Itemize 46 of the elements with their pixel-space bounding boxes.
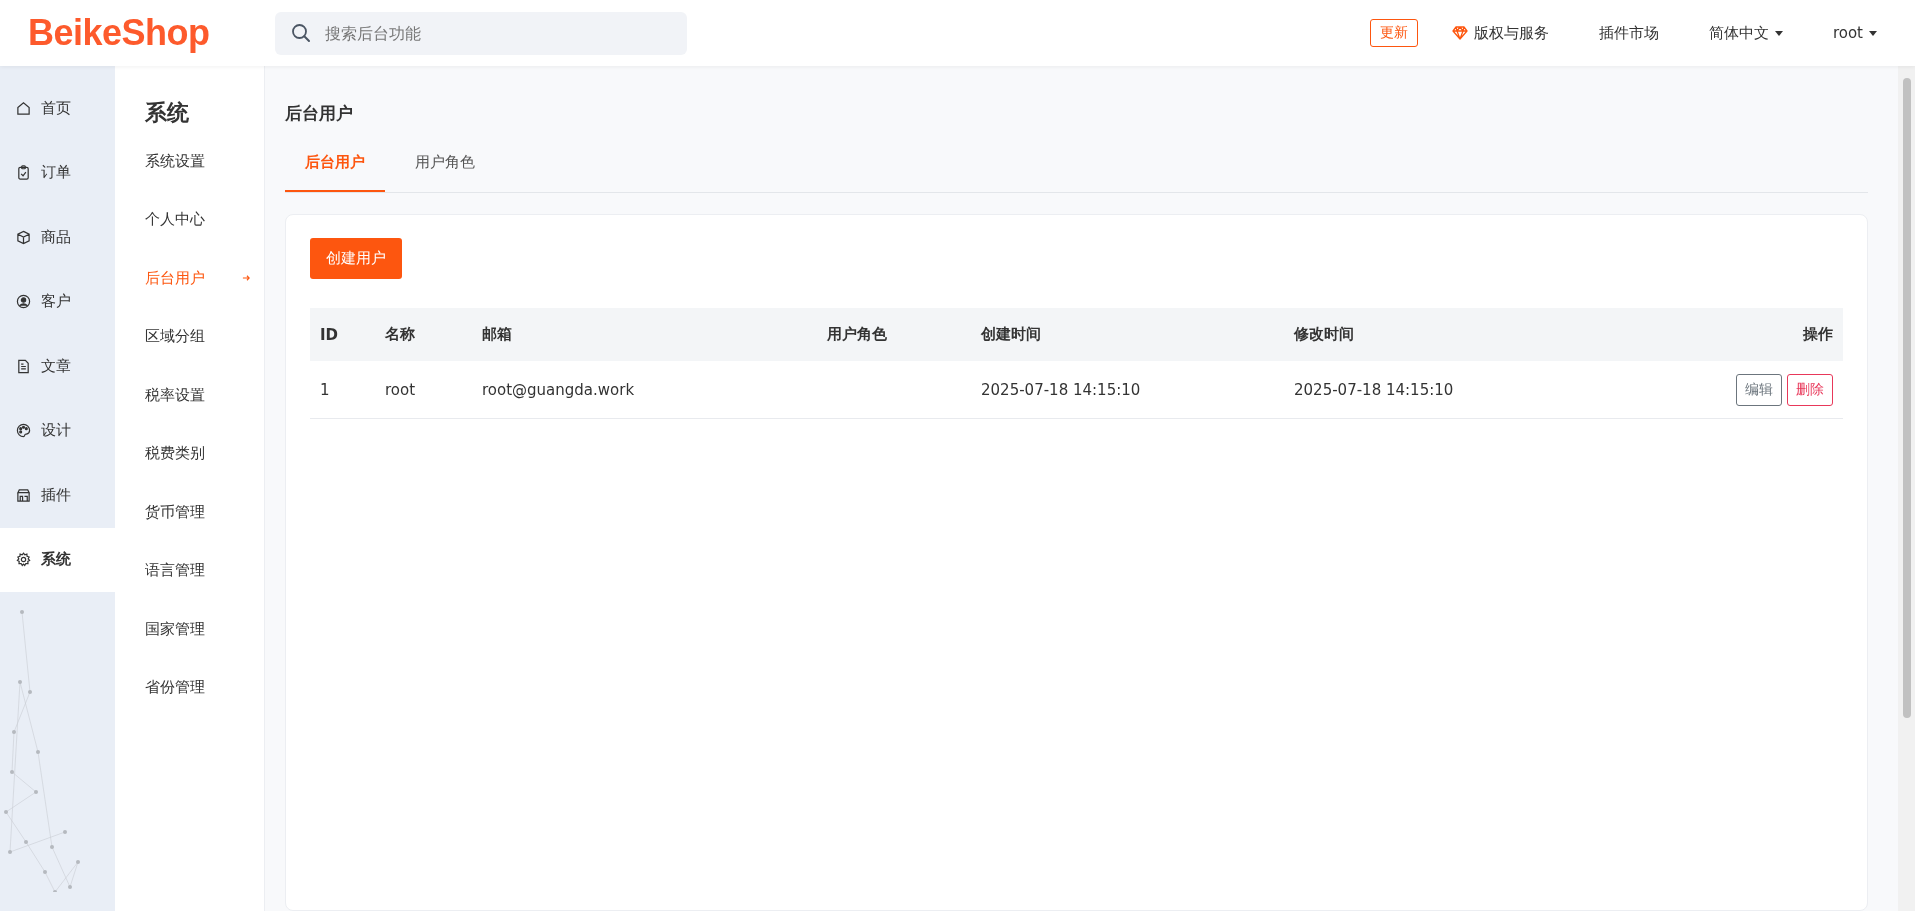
tab[interactable]: 用户角色: [395, 139, 495, 192]
home-icon: [16, 100, 31, 116]
table-cell: 2025-07-18 14:15:10: [981, 380, 1141, 399]
column-header: ID: [310, 308, 375, 361]
subnav-item[interactable]: 国家管理: [115, 600, 264, 659]
subnav-item[interactable]: 语言管理: [115, 541, 264, 600]
column-header: 创建时间: [971, 308, 1284, 361]
subnav-item[interactable]: 个人中心: [115, 190, 264, 249]
box-icon: [16, 229, 31, 245]
palette-icon: [16, 423, 31, 439]
column-header: 邮箱: [472, 308, 817, 361]
search-icon: [291, 22, 311, 43]
table-cell: root@guangda.work: [482, 380, 635, 399]
section-title: 系统: [144, 99, 190, 127]
subnav-item[interactable]: 税费类别: [115, 424, 264, 483]
subnav-item[interactable]: 系统设置: [115, 132, 264, 191]
scrollbar[interactable]: [1898, 66, 1915, 911]
search-field[interactable]: 搜索后台功能: [275, 11, 687, 55]
subnav-item[interactable]: 税率设置: [115, 366, 264, 425]
dropdown-menu[interactable]: 简体中文: [1708, 23, 1783, 43]
dropdown-menu[interactable]: root: [1832, 24, 1877, 42]
delete-button[interactable]: 删除: [1787, 373, 1833, 406]
header-link[interactable]: 插件市场: [1598, 23, 1659, 43]
diamond-icon: [1451, 26, 1468, 40]
page-title: 后台用户: [285, 102, 354, 125]
subnav-item[interactable]: 货币管理: [115, 483, 264, 542]
copyright-link[interactable]: 版权与服务: [1451, 23, 1549, 43]
store-icon: [16, 487, 31, 503]
table-cell: 2025-07-18 14:15:10: [1294, 380, 1454, 399]
settings-icon: [16, 552, 31, 568]
caret-icon: [1774, 30, 1783, 36]
column-header: 名称: [375, 308, 472, 361]
caret-icon: [1869, 30, 1877, 36]
clipboard-icon: [16, 165, 31, 181]
arrow-icon: [242, 274, 251, 283]
subnav-item[interactable]: 省份管理: [115, 658, 264, 717]
column-header: 用户角色: [817, 308, 971, 361]
nav-item[interactable]: 系统: [0, 527, 115, 592]
column-header: 修改时间: [1284, 308, 1564, 361]
table-cell: root: [385, 380, 416, 399]
column-header: 操作: [1564, 308, 1843, 361]
subnav-item[interactable]: 区域分组: [115, 307, 264, 366]
user-icon: [16, 294, 31, 310]
table-cell: 1: [320, 380, 330, 399]
edit-button[interactable]: 编辑: [1736, 373, 1782, 406]
document-icon: [16, 358, 31, 374]
